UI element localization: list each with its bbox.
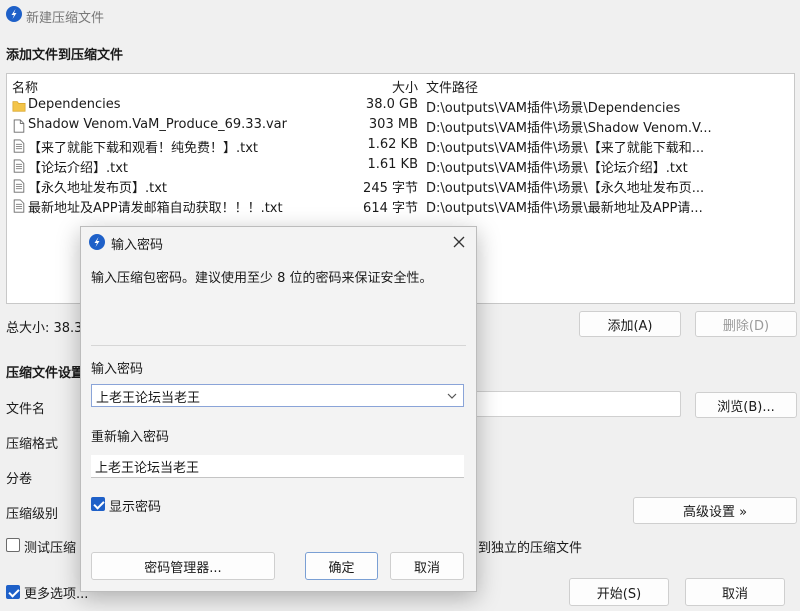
browse-button[interactable]: 浏览(B)... <box>695 392 797 418</box>
file-name: 【来了就能下载和观看！纯免费！】.txt <box>28 141 259 156</box>
title-bar: 新建压缩文件 <box>0 0 800 30</box>
settings-section-title: 压缩文件设置 <box>6 366 85 381</box>
file-path: D:\outputs\VAM插件\场景\【来了就能下载和... <box>426 141 705 156</box>
text-file-icon <box>13 139 25 153</box>
advanced-settings-button[interactable]: 高级设置 » <box>633 497 797 524</box>
text-file-icon <box>13 159 25 173</box>
column-header-size[interactable]: 大小 <box>392 77 418 96</box>
text-file-icon <box>13 199 25 213</box>
file-row[interactable]: Shadow Venom.VaM_Produce_69.33.var 303 M… <box>10 116 720 136</box>
total-size-label: 总大小: 38.3 <box>6 321 83 336</box>
add-button[interactable]: 添加(A) <box>579 311 681 337</box>
file-size: 1.61 KB <box>367 157 418 172</box>
text-file-icon <box>13 179 25 193</box>
folder-icon <box>12 101 26 112</box>
reenter-password-input[interactable]: 上老王论坛当老王 <box>91 455 464 478</box>
file-path: D:\outputs\VAM插件\场景\最新地址及APP请... <box>426 201 703 216</box>
divider <box>91 345 466 346</box>
test-archive-checkbox[interactable] <box>6 538 20 552</box>
reenter-password-value: 上老王论坛当老王 <box>95 461 200 476</box>
dialog-cancel-button[interactable]: 取消 <box>390 552 464 580</box>
reenter-password-label: 重新输入密码 <box>91 430 170 445</box>
file-name: 【论坛介绍】.txt <box>28 161 129 176</box>
split-label: 分卷 <box>6 472 33 487</box>
separate-archive-label: 到独立的压缩文件 <box>478 541 583 556</box>
file-row[interactable]: 最新地址及APP请发邮箱自动获取！！！.txt 614 字节 D:\output… <box>10 196 720 216</box>
password-combobox[interactable]: 上老王论坛当老王 <box>91 384 464 407</box>
more-options-label: 更多选项... <box>24 587 89 602</box>
password-dialog: 输入密码 输入压缩包密码。建议使用至少 8 位的密码来保证安全性。 输入密码 上… <box>80 226 477 592</box>
file-row[interactable]: 【论坛介绍】.txt 1.61 KB D:\outputs\VAM插件\场景\【… <box>10 156 720 176</box>
file-size: 1.62 KB <box>367 137 418 152</box>
file-path: D:\outputs\VAM插件\场景\【永久地址发布页... <box>426 181 705 196</box>
add-section-title: 添加文件到压缩文件 <box>6 48 124 63</box>
file-size: 614 字节 <box>363 201 418 216</box>
file-name: 【永久地址发布页】.txt <box>28 181 168 196</box>
file-size: 245 字节 <box>363 181 418 196</box>
file-name: Shadow Venom.VaM_Produce_69.33.var <box>28 117 287 132</box>
app-logo-icon <box>89 234 105 250</box>
file-icon <box>13 119 25 133</box>
window-title: 新建压缩文件 <box>26 11 105 26</box>
column-header-name[interactable]: 名称 <box>12 77 38 96</box>
more-options-checkbox[interactable] <box>6 585 20 599</box>
start-button[interactable]: 开始(S) <box>569 578 669 606</box>
dialog-title: 输入密码 <box>111 238 164 253</box>
file-name-label: 文件名 <box>6 402 46 417</box>
show-password-label: 显示密码 <box>109 500 162 515</box>
format-label: 压缩格式 <box>6 437 59 452</box>
chevron-down-icon[interactable] <box>447 392 457 400</box>
test-archive-label: 测试压缩 <box>24 541 77 556</box>
file-size: 38.0 GB <box>365 97 418 112</box>
level-label: 压缩级别 <box>6 507 59 522</box>
show-password-checkbox[interactable] <box>91 497 105 511</box>
file-row[interactable]: 【来了就能下载和观看！纯免费！】.txt 1.62 KB D:\outputs\… <box>10 136 720 156</box>
close-icon[interactable] <box>453 236 465 248</box>
cancel-button[interactable]: 取消 <box>685 578 785 606</box>
file-row[interactable]: 【永久地址发布页】.txt 245 字节 D:\outputs\VAM插件\场景… <box>10 176 720 196</box>
file-size: 303 MB <box>368 117 418 132</box>
password-value: 上老王论坛当老王 <box>96 391 201 406</box>
remove-button[interactable]: 删除(D) <box>695 311 797 337</box>
file-path: D:\outputs\VAM插件\场景\Shadow Venom.V... <box>426 121 712 136</box>
file-path: D:\outputs\VAM插件\场景\Dependencies <box>426 101 681 116</box>
file-row[interactable]: Dependencies 38.0 GB D:\outputs\VAM插件\场景… <box>10 96 720 116</box>
ok-button[interactable]: 确定 <box>305 552 378 580</box>
file-name: 最新地址及APP请发邮箱自动获取！！！.txt <box>28 201 283 216</box>
file-name-input[interactable] <box>460 391 681 417</box>
dialog-description: 输入压缩包密码。建议使用至少 8 位的密码来保证安全性。 <box>91 271 433 286</box>
file-name: Dependencies <box>28 97 121 112</box>
column-header-path[interactable]: 文件路径 <box>426 77 478 96</box>
app-logo-icon <box>6 6 22 22</box>
file-path: D:\outputs\VAM插件\场景\【论坛介绍】.txt <box>426 161 688 176</box>
password-label: 输入密码 <box>91 362 144 377</box>
password-manager-button[interactable]: 密码管理器... <box>91 552 275 580</box>
